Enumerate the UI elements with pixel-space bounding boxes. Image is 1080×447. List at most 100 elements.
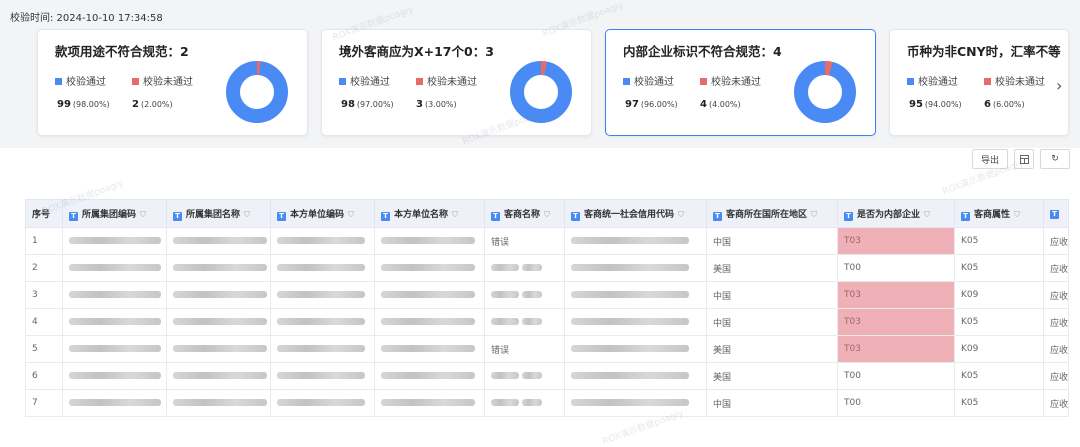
redacted-value — [521, 291, 542, 298]
cell-credit-code — [564, 362, 707, 390]
filter-icon[interactable]: ⛉ — [1014, 210, 1020, 219]
redacted-value — [571, 264, 689, 271]
cell-merchant-name — [484, 281, 565, 309]
table-row[interactable]: 3 中国 T03 K09 应收 — [25, 281, 1070, 309]
card-title: 款项用途不符合规范：2 — [55, 44, 189, 59]
cell-internal: T03 — [837, 227, 955, 255]
cell-attr: K09 — [954, 281, 1044, 309]
filter-icon[interactable]: ⛉ — [811, 210, 817, 219]
column-header[interactable]: T 所属集团名称 ⛉ — [166, 199, 271, 228]
filter-icon[interactable]: ⛉ — [678, 210, 684, 219]
filter-icon[interactable]: ⛉ — [452, 210, 458, 219]
text-type-icon: T — [69, 211, 78, 221]
cell-region: 中国 — [706, 308, 838, 336]
redacted-value — [381, 291, 475, 298]
redacted-value — [173, 318, 267, 325]
cell-group-name — [166, 227, 271, 255]
table-row[interactable]: 1 错误 中国 T03 K05 应收 — [25, 227, 1070, 255]
donut-pass-segment — [794, 61, 856, 123]
cell-group-name — [166, 335, 271, 363]
column-header[interactable]: T — [1042, 199, 1070, 228]
cell-unit-name — [374, 335, 485, 363]
filter-icon[interactable]: ⛉ — [140, 210, 146, 219]
cell-region: 中国 — [706, 389, 838, 417]
cell-merchant-name: 错误 — [484, 227, 565, 255]
cell-tail: 应收 — [1042, 281, 1070, 309]
rule-card[interactable]: 款项用途不符合规范：2 校验通过 校验未通过 99 (98.00%) 2 (2.00… — [37, 29, 308, 136]
cell-internal: T00 — [837, 362, 955, 390]
cell-attr: K05 — [954, 362, 1044, 390]
grid-icon[interactable] — [1014, 149, 1034, 169]
redacted-value — [69, 345, 161, 352]
filter-icon[interactable]: ⛉ — [924, 210, 930, 219]
fail-swatch — [132, 78, 139, 85]
redacted-value — [571, 237, 689, 244]
text-type-icon: T — [713, 211, 722, 221]
cell-group-code — [62, 227, 167, 255]
card-title: 境外客商应为X+17个0：3 — [339, 44, 494, 59]
column-header[interactable]: T 客商所在国所在地区 ⛉ — [706, 199, 838, 228]
fail-swatch — [984, 78, 991, 85]
column-header[interactable]: T 客商属性 ⛉ — [954, 199, 1044, 228]
redacted-value — [571, 345, 689, 352]
table-row[interactable]: 2 美国 T00 K05 应收 — [25, 254, 1070, 282]
redacted-value — [173, 264, 267, 271]
cell-tail: 应收 — [1042, 227, 1070, 255]
cell-no: 4 — [25, 308, 63, 336]
cell-no: 7 — [25, 389, 63, 417]
rule-card[interactable]: 境外客商应为X+17个0：3 校验通过 校验未通过 98 (97.00%) 3 (3… — [321, 29, 592, 136]
column-header[interactable]: T 本方单位编码 ⛉ — [270, 199, 375, 228]
donut-chart — [226, 61, 288, 123]
column-header[interactable]: T 本方单位名称 ⛉ — [374, 199, 485, 228]
cell-credit-code — [564, 335, 707, 363]
pass-count: 99 (98.00%) — [57, 99, 110, 110]
donut-chart — [510, 61, 572, 123]
filter-icon[interactable]: ⛉ — [544, 210, 550, 219]
redacted-value — [277, 372, 365, 379]
chevron-right-icon[interactable]: › — [1056, 76, 1062, 95]
redacted-value — [381, 372, 475, 379]
export-button[interactable]: 导出 — [972, 149, 1008, 169]
filter-icon[interactable]: ⛉ — [244, 210, 250, 219]
cell-credit-code — [564, 281, 707, 309]
cell-tail: 应收 — [1042, 335, 1070, 363]
rule-card[interactable]: 内部企业标识不符合规范：4 校验通过 校验未通过 97 (96.00%) 4 (4.… — [605, 29, 876, 136]
cell-merchant-name — [484, 254, 565, 282]
redacted-value — [571, 318, 689, 325]
column-header[interactable]: T 是否为内部企业 ⛉ — [837, 199, 955, 228]
redacted-value — [69, 291, 161, 298]
donut-pass-segment — [226, 61, 288, 123]
filter-icon[interactable]: ⛉ — [348, 210, 354, 219]
redacted-value — [491, 372, 519, 379]
pass-swatch — [339, 78, 346, 85]
table-row[interactable]: 7 中国 T00 K05 应收 — [25, 389, 1070, 417]
legend-fail: 校验未通过 — [132, 73, 193, 88]
legend-pass: 校验通过 — [623, 73, 674, 88]
cell-no: 1 — [25, 227, 63, 255]
redacted-value — [173, 291, 267, 298]
redacted-value — [277, 345, 365, 352]
redacted-value — [69, 399, 161, 406]
refresh-icon[interactable]: ↻ — [1040, 149, 1070, 169]
cell-unit-code — [270, 389, 375, 417]
column-header[interactable]: T 客商统一社会信用代码 ⛉ — [564, 199, 707, 228]
column-header[interactable]: T 客商名称 ⛉ — [484, 199, 565, 228]
table-row[interactable]: 5 错误 美国 T03 K09 应收 — [25, 335, 1070, 363]
cell-internal: T00 — [837, 389, 955, 417]
column-header[interactable]: T 所属集团编码 ⛉ — [62, 199, 167, 228]
cell-group-name — [166, 362, 271, 390]
cell-tail: 应收 — [1042, 308, 1070, 336]
redacted-value — [69, 372, 161, 379]
cell-merchant-name: 错误 — [484, 335, 565, 363]
cell-unit-code — [270, 227, 375, 255]
cell-attr: K05 — [954, 389, 1044, 417]
rule-card[interactable]: 币种为非CNY时，汇率不等 校验通过 校验未通过 95 (94.00%) 6 (6.… — [889, 29, 1069, 136]
table-row[interactable]: 6 美国 T00 K05 应收 — [25, 362, 1070, 390]
text-type-icon: T — [491, 211, 500, 221]
column-header[interactable]: 序号 — [25, 199, 63, 228]
cell-group-code — [62, 389, 167, 417]
cell-region: 美国 — [706, 335, 838, 363]
table-row[interactable]: 4 中国 T03 K05 应收 — [25, 308, 1070, 336]
redacted-value — [381, 264, 475, 271]
cell-tail: 应收 — [1042, 362, 1070, 390]
